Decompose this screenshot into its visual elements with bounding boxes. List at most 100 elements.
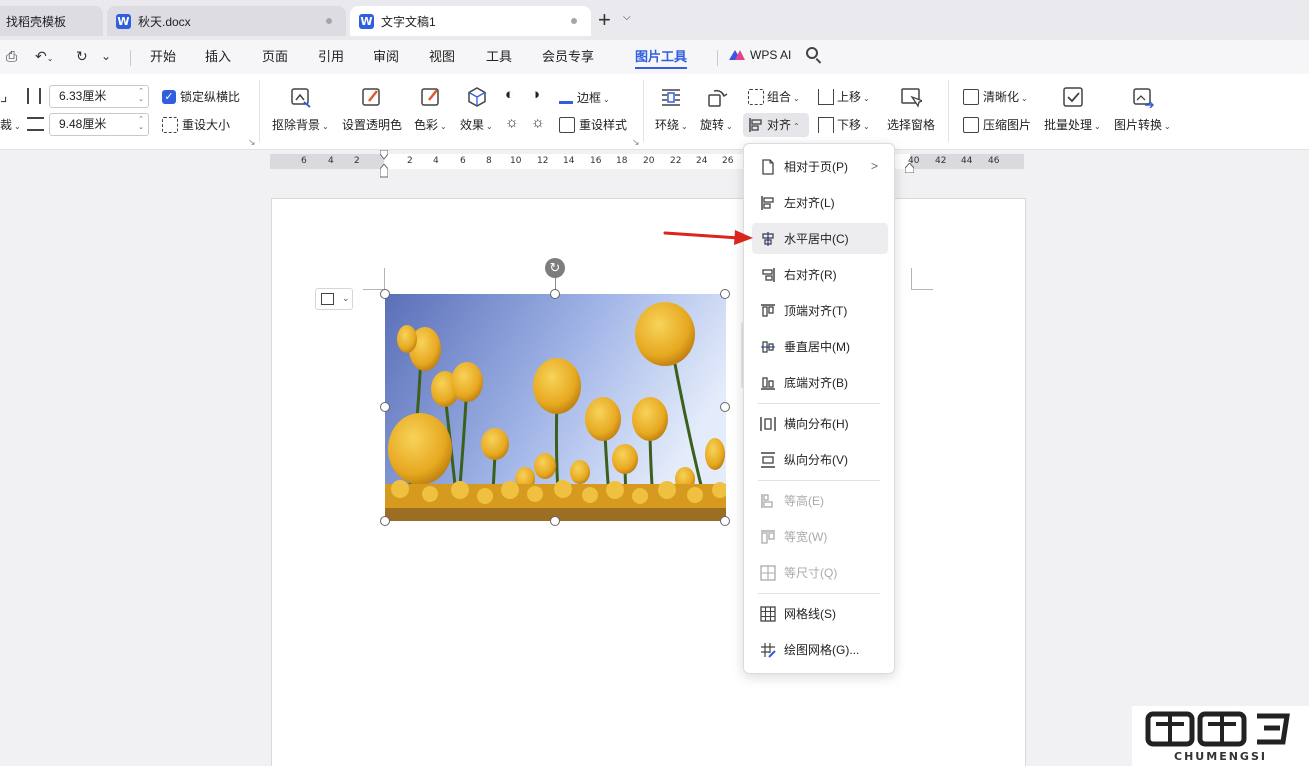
menu-insert[interactable]: 插入 [205, 48, 231, 65]
ruler-tick: 20 [643, 156, 655, 166]
tulip-image[interactable] [385, 294, 726, 521]
search-icon[interactable] [806, 47, 818, 59]
dialog-launcher-icon[interactable]: ↘ [632, 137, 640, 148]
print-preview-icon[interactable]: ⎙ [6, 48, 17, 64]
ruler-tick: 2 [354, 156, 360, 166]
tab-autumn-doc[interactable]: W 秋天.docx [107, 6, 346, 36]
resize-handle-sw[interactable] [380, 516, 390, 526]
more-quick-icon[interactable]: ⌄ [101, 48, 111, 64]
layout-options-button[interactable]: ⌄ [315, 288, 353, 310]
close-dot-icon[interactable] [326, 18, 332, 24]
chevron-down-icon[interactable]: ⌵ [623, 12, 631, 23]
picture-convert-button[interactable]: 图片转换 ⌄ [1114, 118, 1171, 134]
reset-style-button[interactable]: 重设样式 [579, 118, 627, 132]
resize-handle-ne[interactable] [720, 289, 730, 299]
watermark-logo [1145, 711, 1290, 747]
set-transparent-button[interactable]: 设置透明色 [342, 118, 402, 132]
tab-template[interactable]: 找稻壳模板 [0, 6, 103, 36]
menu-view[interactable]: 视图 [429, 48, 455, 65]
dialog-launcher-icon[interactable]: ↘ [248, 137, 256, 148]
lock-ratio-checkbox[interactable]: ✓ [162, 90, 176, 104]
menu-page[interactable]: 页面 [262, 48, 288, 65]
menu-review[interactable]: 审阅 [373, 48, 399, 65]
lock-ratio-label[interactable]: 锁定纵横比 [180, 90, 240, 104]
width-input[interactable]: 9.48厘米 ⌃ ⌄ [49, 113, 149, 136]
menu-item-label: 垂直居中(M) [784, 340, 850, 354]
menu-item-label: 底端对齐(B) [784, 376, 848, 390]
divider [259, 80, 260, 142]
menu-item-gridlines[interactable]: 网格线(S) [752, 598, 888, 629]
menu-item-align-middle[interactable]: 垂直居中(M) [752, 331, 888, 362]
send-backward-button[interactable]: 下移 ⌄ [837, 118, 870, 134]
remove-background-button[interactable]: 抠除背景 ⌄ [272, 118, 329, 134]
close-dot-icon[interactable] [571, 18, 577, 24]
ruler-tick: 2 [407, 156, 413, 166]
brightness-decrease-icon[interactable]: ☼ [505, 115, 519, 130]
menu-picture-tools[interactable]: 图片工具 [635, 48, 687, 65]
group-button[interactable]: 组合 ⌄ [767, 90, 800, 106]
wps-ai-button[interactable]: WPS AI [729, 48, 791, 62]
wrap-text-button[interactable]: 环绕 ⌄ [655, 118, 688, 134]
menu-item-align-bottom[interactable]: 底端对齐(B) [752, 367, 888, 398]
align-button[interactable]: 对齐 ⌃ [767, 118, 800, 134]
menu-item-align-center[interactable]: 水平居中(C) [752, 223, 888, 254]
tab-bar: 找稻壳模板 W 秋天.docx W 文字文稿1 + ⌵ [0, 0, 1309, 40]
wps-ai-logo-icon [729, 49, 745, 61]
right-indent-marker[interactable] [905, 163, 914, 173]
contrast-increase-icon[interactable]: ◑ [531, 87, 540, 102]
spinner-arrows-icon[interactable]: ⌃ ⌄ [138, 88, 144, 104]
bring-forward-button[interactable]: 上移 ⌄ [837, 90, 870, 106]
resize-handle-s[interactable] [550, 516, 560, 526]
undo-icon[interactable]: ↶⌄ [35, 48, 53, 67]
spinner-arrows-icon[interactable]: ⌃ ⌄ [138, 116, 144, 132]
menu-item-align-right[interactable]: 右对齐(R) [752, 259, 888, 290]
height-input[interactable]: 6.33厘米 ⌃ ⌄ [49, 85, 149, 108]
chevron-down-icon: ⌄ [342, 293, 350, 303]
gridlines-icon [760, 605, 776, 622]
menu-item-relative-to-page[interactable]: 相对于页(P) > [752, 151, 888, 182]
menu-home[interactable]: 开始 [150, 48, 176, 65]
tab-current-doc[interactable]: W 文字文稿1 [350, 6, 591, 36]
redo-icon[interactable]: ↻ [76, 48, 88, 64]
menu-item-align-top[interactable]: 顶端对齐(T) [752, 295, 888, 326]
menu-item-drawing-grid[interactable]: 绘图网格(G)... [752, 634, 888, 665]
resize-handle-e[interactable] [720, 402, 730, 412]
relative-page-icon [760, 158, 776, 175]
crop-icon[interactable]: ⌟ [0, 89, 8, 105]
contrast-decrease-icon[interactable]: ☼ [531, 115, 545, 130]
align-bottom-icon [760, 375, 776, 391]
resize-handle-nw[interactable] [380, 289, 390, 299]
compress-button[interactable]: 压缩图片 [983, 118, 1031, 132]
menu-item-label: 横向分布(H) [784, 417, 849, 431]
resize-handle-n[interactable] [550, 289, 560, 299]
menu-tools[interactable]: 工具 [486, 48, 512, 65]
resize-handle-se[interactable] [720, 516, 730, 526]
ruler-tick: 4 [328, 156, 334, 166]
new-tab-icon[interactable]: + [598, 8, 611, 32]
effects-button[interactable]: 效果 ⌄ [460, 118, 493, 134]
menu-references[interactable]: 引用 [318, 48, 344, 65]
rotate-button[interactable]: 旋转 ⌄ [700, 118, 733, 134]
tab-label: 秋天.docx [138, 14, 191, 29]
crop-label[interactable]: 裁 ⌄ [0, 118, 21, 134]
reset-size-button[interactable]: 重设大小 [182, 118, 230, 132]
resize-handle-w[interactable] [380, 402, 390, 412]
menu-item-distribute-vertical[interactable]: 纵向分布(V) [752, 444, 888, 475]
sharpen-button[interactable]: 清晰化 ⌄ [983, 90, 1028, 106]
color-button[interactable]: 色彩 ⌄ [414, 118, 447, 134]
ruler-tick: 4 [433, 156, 439, 166]
menu-item-label: 等宽(W) [784, 530, 828, 544]
brightness-increase-icon[interactable]: ◐ [505, 87, 514, 102]
menu-item-label: 绘图网格(G)... [784, 643, 860, 657]
sharpen-icon [963, 89, 979, 105]
menu-item-distribute-horizontal[interactable]: 横向分布(H) [752, 408, 888, 439]
tab-label: 文字文稿1 [381, 14, 436, 29]
menu-item-align-left[interactable]: 左对齐(L) [752, 187, 888, 218]
menu-member[interactable]: 会员专享 [542, 48, 594, 65]
rotate-handle-icon[interactable]: ↻ [545, 258, 565, 278]
batch-process-button[interactable]: 批量处理 ⌄ [1044, 118, 1101, 134]
selection-pane-button[interactable]: 选择窗格 [887, 118, 935, 132]
first-line-indent-marker[interactable] [380, 150, 388, 160]
left-indent-marker[interactable] [380, 164, 388, 178]
border-button[interactable]: 边框 ⌄ [559, 90, 610, 107]
